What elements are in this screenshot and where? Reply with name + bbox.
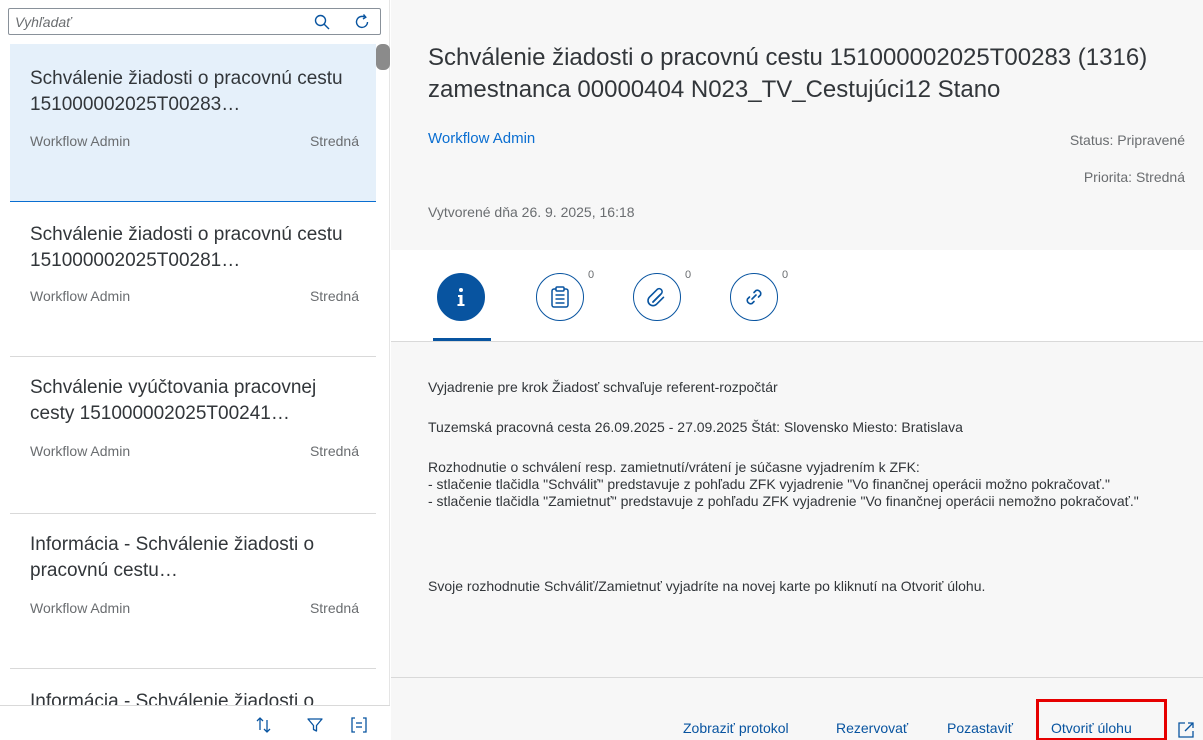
list-item-title: Schválenie vyúčtovania pracovnej cesty 1… [30, 377, 317, 424]
list-item[interactable]: Informácia - Schválenie žiadosti o praco… [10, 514, 376, 669]
description-paragraph: Svoje rozhodnutie Schváliť/Zamietnuť vyj… [428, 578, 986, 594]
icon-tab-bar: 0 0 0 [391, 250, 1203, 342]
priority-text: Priorita: Stredná [1083, 169, 1185, 185]
task-list: Schválenie žiadosti o pracovnú cestu 151… [0, 44, 376, 705]
notes-count: 0 [588, 269, 595, 281]
status-text: Status: Pripravené [1069, 132, 1185, 148]
tab-notes[interactable] [536, 273, 584, 321]
list-item-title: Schválenie žiadosti o pracovnú cestu 151… [30, 68, 343, 115]
active-tab-indicator [433, 338, 491, 341]
info-icon [457, 288, 465, 306]
list-item-creator: Workflow Admin [30, 600, 131, 616]
task-description: Vyjadrenie pre krok Žiadosť schvaľuje re… [391, 342, 1203, 677]
task-title: Schválenie žiadosti o pracovnú cestu 151… [428, 44, 1148, 103]
list-item-priority: Stredná [309, 133, 359, 149]
list-item[interactable]: Schválenie vyúčtovania pracovnej cesty 1… [10, 357, 376, 514]
description-paragraph: Tuzemská pracovná cesta 26.09.2025 - 27.… [428, 419, 963, 435]
creator-link[interactable]: Workflow Admin [428, 130, 535, 147]
suspend-button[interactable]: Pozastaviť [947, 720, 1013, 736]
scrollbar-thumb[interactable] [376, 44, 390, 70]
notes-icon [551, 286, 569, 308]
list-item-creator: Workflow Admin [30, 133, 131, 149]
list-item-title: Informácia - Schválenie žiadosti o praco… [30, 534, 315, 581]
detail-header: Schválenie žiadosti o pracovnú cestu 151… [391, 0, 1203, 250]
search-input[interactable] [15, 12, 305, 32]
tab-attachments[interactable] [633, 273, 681, 321]
description-paragraph: Rozhodnutie o schválení resp. zamietnutí… [428, 459, 1139, 509]
highlight-box [1036, 699, 1167, 740]
filter-icon[interactable] [305, 715, 325, 735]
open-external-icon[interactable] [1176, 720, 1196, 740]
list-item-priority: Stredná [309, 288, 359, 304]
detail-panel: Schválenie žiadosti o pracovnú cestu 151… [391, 0, 1203, 740]
list-item-title: Informácia - Schválenie žiadosti o [30, 691, 315, 705]
tab-links[interactable] [730, 273, 778, 321]
group-icon[interactable] [349, 715, 369, 735]
attachment-icon [647, 287, 665, 307]
list-item-priority: Stredná [309, 443, 359, 459]
links-count: 0 [782, 269, 789, 281]
created-date: Vytvorené dňa 26. 9. 2025, 16:18 [428, 204, 635, 220]
list-item-creator: Workflow Admin [30, 288, 131, 304]
list-item-title: Schválenie žiadosti o pracovnú cestu 151… [30, 224, 343, 271]
list-item-priority: Stredná [309, 600, 359, 616]
list-item-creator: Workflow Admin [30, 443, 131, 459]
tab-info[interactable] [437, 273, 485, 321]
show-log-button[interactable]: Zobraziť protokol [683, 720, 789, 736]
link-icon [746, 289, 762, 305]
reserve-button[interactable]: Rezervovať [836, 720, 908, 736]
list-item[interactable]: Schválenie žiadosti o pracovnú cestu 151… [10, 44, 376, 202]
list-item[interactable]: Informácia - Schválenie žiadosti o [10, 669, 376, 705]
sort-icon[interactable] [254, 715, 274, 735]
list-footer-toolbar [0, 705, 390, 740]
description-paragraph: Vyjadrenie pre krok Žiadosť schvaľuje re… [428, 379, 778, 395]
list-item[interactable]: Schválenie žiadosti o pracovnú cestu 151… [10, 202, 376, 357]
search-field[interactable] [8, 8, 381, 35]
search-icon[interactable] [313, 13, 331, 31]
refresh-icon[interactable] [353, 13, 371, 31]
attachments-count: 0 [685, 269, 692, 281]
action-toolbar: Zobraziť protokol Rezervovať Pozastaviť … [391, 677, 1203, 740]
master-list-panel: Schválenie žiadosti o pracovnú cestu 151… [0, 0, 390, 740]
